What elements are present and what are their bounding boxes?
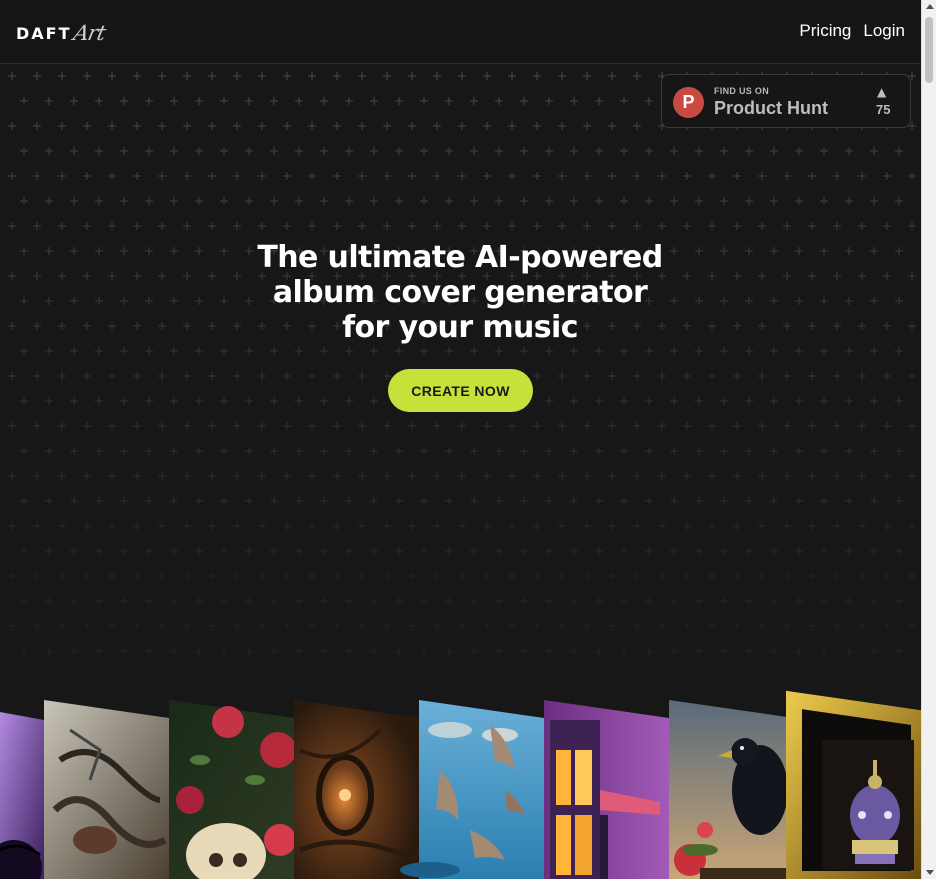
site-header: DAFT Art Pricing Login: [0, 0, 921, 64]
daft-art-logo[interactable]: DAFT Art: [16, 18, 107, 48]
page-scrollbar[interactable]: [921, 0, 936, 879]
scrollbar-thumb[interactable]: [925, 17, 933, 83]
neon-window-cover: [544, 700, 669, 879]
logo-wordmark: DAFT: [16, 23, 72, 43]
scroll-up-arrow-icon[interactable]: [926, 4, 934, 9]
product-hunt-icon: P: [673, 87, 704, 118]
product-hunt-badge[interactable]: P FIND US ON Product Hunt ▲ 75: [661, 74, 911, 128]
leaping-dolphins-cover: [400, 700, 544, 879]
hero-title: The ultimate AI-powered album cover gene…: [210, 240, 710, 345]
ink-wash-figures-cover: [44, 700, 169, 879]
page: DAFT Art Pricing Login P FIND US ON Prod…: [0, 0, 921, 879]
logo-script: Art: [70, 21, 107, 45]
upvote-arrow-icon: ▲: [877, 85, 887, 99]
hero-title-line: The ultimate AI-powered: [257, 240, 663, 275]
hero-title-line: album cover generator: [272, 275, 648, 310]
nav-pricing-link[interactable]: Pricing: [799, 21, 851, 41]
upvote-count: 75: [876, 102, 891, 117]
nav-login-link[interactable]: Login: [863, 21, 905, 41]
main-nav: Pricing Login: [799, 21, 905, 41]
raven-and-roses-cover: [669, 700, 794, 879]
scroll-down-arrow-icon[interactable]: [926, 870, 934, 875]
hero-title-line: for your music: [342, 310, 578, 345]
skull-and-roses-cover: [169, 700, 296, 879]
album-cover-strip: [0, 690, 921, 879]
plus-grid-background: [8, 72, 916, 655]
product-hunt-kicker: FIND US ON: [714, 86, 770, 96]
product-hunt-name: Product Hunt: [714, 98, 828, 118]
purple-orb-cover: [0, 712, 44, 879]
glowing-tree-hollow-cover: [294, 700, 419, 879]
jeweled-crown-cover: [786, 690, 921, 879]
create-now-button[interactable]: CREATE NOW: [388, 369, 533, 412]
